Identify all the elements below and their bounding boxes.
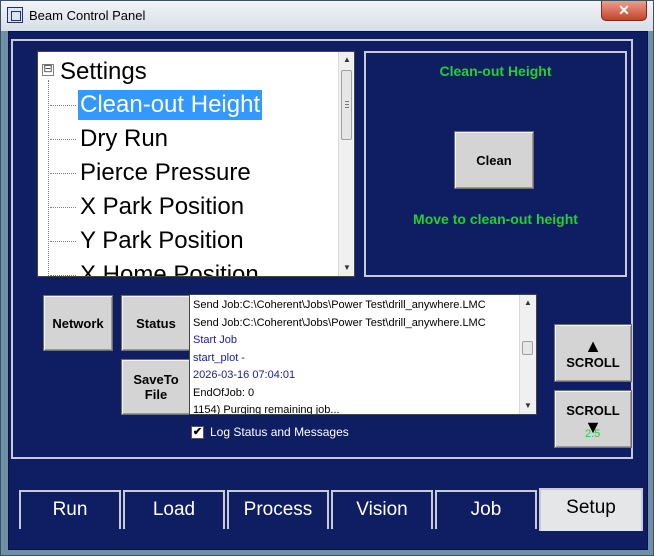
version-label: 2.5 <box>585 428 601 440</box>
log-line: start_plot - <box>193 351 245 364</box>
scroll-up-label: SCROLL <box>566 354 620 370</box>
beam-control-window: Beam Control Panel ✕ ⊟ Settings Clean-ou… <box>0 0 654 556</box>
scroll-down-icon[interactable]: ▼ <box>339 260 354 276</box>
tab-load[interactable]: Load <box>123 490 225 529</box>
scroll-down-label: SCROLL <box>566 402 620 418</box>
log-line: 1154) Purging remaining job... <box>193 404 340 415</box>
collapse-icon[interactable]: ⊟ <box>42 64 54 76</box>
window-title: Beam Control Panel <box>29 8 146 23</box>
settings-tree-content: ⊟ Settings Clean-out Height Dry Run Pier… <box>38 52 338 276</box>
log-line: Send Job:C:\Coherent\Jobs\Power Test\dri… <box>193 299 486 311</box>
tree-item-y-park-position[interactable]: Y Park Position <box>50 226 246 256</box>
tree-item-x-home-position[interactable]: X Home Position <box>50 260 261 276</box>
tab-setup[interactable]: Setup <box>539 488 643 531</box>
log-status-checkbox[interactable]: ✔ <box>191 425 204 439</box>
close-icon: ✕ <box>618 2 630 18</box>
tree-item-clean-out-height[interactable]: Clean-out Height <box>50 90 263 120</box>
clean-button[interactable]: Clean <box>454 131 534 189</box>
save-to-file-button[interactable]: SaveTo File <box>121 359 191 415</box>
tree-item-pierce-pressure[interactable]: Pierce Pressure <box>50 158 253 188</box>
scroll-up-button[interactable]: ▲ SCROLL <box>554 324 632 382</box>
tree-root-settings[interactable]: Settings <box>60 58 147 86</box>
setting-description: Move to clean-out height <box>413 211 578 227</box>
save-to-file-label-line1: SaveTo <box>133 372 179 387</box>
app-icon <box>7 7 23 23</box>
log-lines: Send Job:C:\Coherent\Jobs\Power Test\dri… <box>193 297 518 415</box>
log-scroll-down-icon[interactable]: ▼ <box>520 398 536 414</box>
tree-connector-line <box>48 80 49 276</box>
tree-scrollbar[interactable]: ▲ ▼ <box>338 52 354 276</box>
log-scrollbar[interactable]: ▲ ▼ <box>519 295 536 414</box>
tree-item-x-park-position[interactable]: X Park Position <box>50 192 246 222</box>
settings-tree[interactable]: ⊟ Settings Clean-out Height Dry Run Pier… <box>37 51 355 277</box>
setting-title: Clean-out Height <box>439 63 552 79</box>
log-status-checkbox-row[interactable]: ✔ Log Status and Messages <box>191 425 349 439</box>
log-status-label: Log Status and Messages <box>210 425 349 439</box>
log-scroll-up-icon[interactable]: ▲ <box>520 295 536 311</box>
log-line: Start Job <box>193 334 238 346</box>
network-button[interactable]: Network <box>43 295 113 351</box>
tab-process[interactable]: Process <box>227 490 329 529</box>
log-scrollbar-thumb[interactable] <box>522 341 533 355</box>
up-arrow-icon: ▲ <box>584 335 602 356</box>
tab-run[interactable]: Run <box>19 490 121 529</box>
status-button[interactable]: Status <box>121 295 191 351</box>
tab-job[interactable]: Job <box>435 490 537 529</box>
log-line: EndOfJob: 0 <box>193 386 255 399</box>
title-bar: Beam Control Panel ✕ <box>1 1 653 31</box>
close-button[interactable]: ✕ <box>601 1 647 21</box>
tree-item-dry-run[interactable]: Dry Run <box>50 124 170 154</box>
log-line: Send Job:C:\Coherent\Jobs\Power Test\dri… <box>193 316 486 329</box>
status-log[interactable]: Send Job:C:\Coherent\Jobs\Power Test\dri… <box>189 294 537 415</box>
log-line: 2026-03-16 07:04:01 <box>193 369 296 381</box>
tree-scrollbar-thumb[interactable] <box>341 70 352 140</box>
setting-info-panel: Clean-out Height Clean Move to clean-out… <box>364 51 627 277</box>
scroll-up-icon[interactable]: ▲ <box>339 52 354 68</box>
save-to-file-label-line2: File <box>144 387 168 402</box>
tab-vision[interactable]: Vision <box>331 490 433 529</box>
